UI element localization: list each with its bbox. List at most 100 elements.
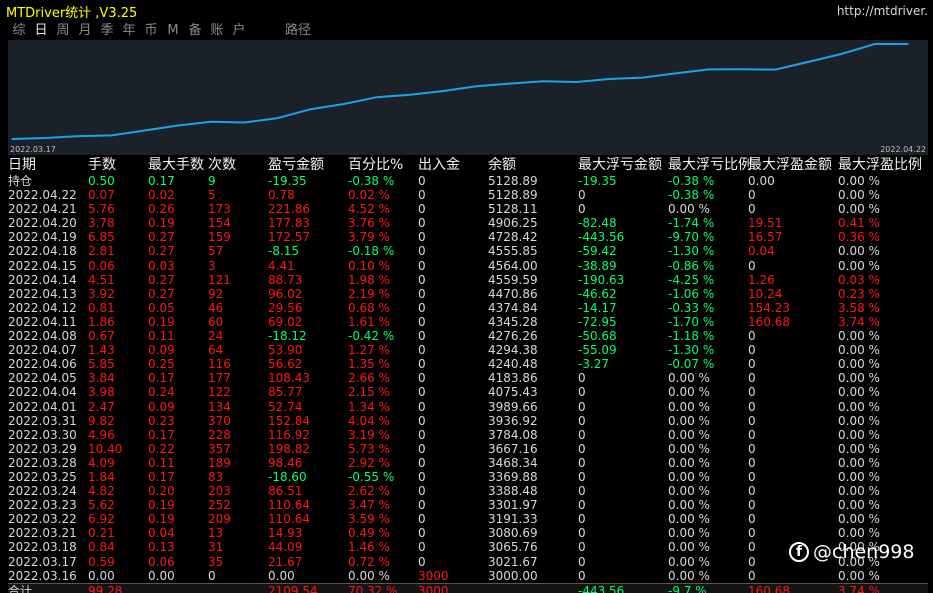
cell: 2022.03.24 [8, 484, 77, 499]
cell: 2022.04.15 [8, 258, 77, 273]
cell: 0.00 % [668, 484, 710, 499]
table-row: 2022.04.20 3.78 0.19 154 177.83 3.76 % 0 4906.2… [8, 216, 928, 230]
cell: 0 [418, 455, 426, 470]
cell: 108.43 [268, 371, 310, 386]
tab-4[interactable]: 季 [96, 22, 118, 40]
tab-6[interactable]: 币 [140, 22, 162, 40]
app-title: MTDriver统计 ,V3.25 [6, 6, 138, 21]
cell: 0.00 [268, 568, 295, 583]
cell: 370 [208, 413, 231, 428]
cell: 1.43 [88, 343, 115, 358]
tab-5[interactable]: 年 [118, 22, 140, 40]
cell: 44.09 [268, 540, 303, 555]
table-row: 2022.04.12 0.81 0.05 46 29.56 0.68 % 0 4374.84 -… [8, 301, 928, 315]
cell: 0.00 % [838, 568, 880, 583]
cell: 0.27 [148, 230, 175, 245]
cell: 0.00 % [838, 371, 880, 386]
cell: 0.00 % [838, 512, 880, 527]
cell: -18.60 [268, 469, 307, 484]
cell: 0 [748, 441, 756, 456]
cell: 64 [208, 343, 224, 358]
equity-point [708, 68, 710, 71]
cell: 0.00 % [668, 540, 710, 555]
cell: -8.15 [268, 244, 300, 259]
cell: -82.48 [578, 216, 617, 231]
tab-path[interactable]: 路径 [278, 22, 318, 40]
tab-3[interactable]: 月 [74, 22, 96, 40]
cell: 60 [208, 314, 224, 329]
site-url-link[interactable]: http://mtdriver. [837, 4, 928, 18]
tab-1[interactable]: 日 [30, 22, 52, 40]
cell: 0 [578, 568, 586, 583]
cell: 160.68 [748, 314, 790, 329]
cell: 134 [208, 399, 231, 414]
cell: 0.41 % [838, 216, 880, 231]
cell: 0 [418, 244, 426, 259]
cell: 3.78 [88, 216, 115, 231]
cell: 0 [418, 469, 426, 484]
cell: 0 [418, 314, 426, 329]
equity-point [343, 103, 345, 105]
cell: 0.02 [148, 188, 175, 203]
cell: -9.70 % [668, 230, 715, 245]
cell: 19.51 [748, 216, 783, 231]
cell: 21.67 [268, 554, 303, 569]
equity-point [376, 96, 378, 98]
cell: 121 [208, 272, 231, 287]
cell: 0.17 [148, 371, 175, 386]
tab-8[interactable]: 备 [184, 22, 206, 40]
tab-10[interactable]: 户 [228, 22, 250, 40]
cell: 0 [748, 554, 756, 569]
cell: 3.98 [88, 385, 115, 400]
cell: -0.38 % [668, 188, 715, 203]
table-row: 2022.03.25 1.84 0.17 83 -18.60 -0.55 % 0 3369.8… [8, 470, 928, 484]
equity-point [907, 43, 909, 45]
cell: -0.33 % [668, 300, 715, 315]
equity-point [840, 53, 843, 55]
cell: 0.00 % [668, 441, 710, 456]
tab-0[interactable]: 综 [8, 22, 30, 40]
tab-2[interactable]: 周 [52, 22, 74, 40]
table-row: 2022.04.22 0.07 0.02 5 0.78 0.02 % 0 5128.89 0 -0… [8, 188, 928, 202]
cell: 0 [578, 441, 586, 456]
cell: 4345.28 [488, 314, 538, 329]
cell: -19.35 [578, 174, 617, 188]
cell: 最大浮盈比例 [838, 157, 922, 173]
table-row: 2022.04.05 3.84 0.17 177 108.43 2.66 % 0 4183.8… [8, 371, 928, 385]
cell: 3191.33 [488, 512, 538, 527]
tab-9[interactable]: 账 [206, 22, 228, 40]
cell: 0 [418, 399, 426, 414]
cell: 0.00 % [838, 399, 880, 414]
cell: 2022.04.18 [8, 244, 77, 259]
cell: 4728.42 [488, 230, 538, 245]
cell: 0.19 [148, 216, 175, 231]
cell: 31 [208, 540, 224, 555]
cell: 最大浮盈金额 [748, 157, 832, 173]
table-row: 2022.04.11 1.86 0.19 60 69.02 1.61 % 0 4345.28 -… [8, 315, 928, 329]
cell: 4.09 [88, 455, 115, 470]
cell: 2022.04.13 [8, 286, 77, 301]
equity-point [110, 134, 113, 137]
table-row: 2022.04.21 5.76 0.26 173 221.86 4.52 % 0 5128.1… [8, 202, 928, 216]
cell: 0 [748, 371, 756, 386]
cell: 0 [748, 329, 756, 344]
tab-7[interactable]: M [162, 22, 184, 40]
cell: 2022.03.23 [8, 498, 77, 513]
cell: 110.64 [268, 498, 310, 513]
cell: 2022.04.20 [8, 216, 77, 231]
cell: 0.00 % [838, 357, 880, 372]
cell: 0.00 % [838, 329, 880, 344]
cell: 4276.26 [488, 329, 538, 344]
equity-point [177, 124, 179, 127]
cell: 53.90 [268, 343, 303, 358]
cell: -18.12 [268, 329, 307, 344]
equity-point [874, 43, 876, 45]
cell: 1.34 % [348, 399, 390, 414]
cell: 0.09 [148, 343, 175, 358]
cell: 5128.89 [488, 174, 538, 188]
cell: 0.17 [148, 427, 175, 442]
cell: 0.06 [148, 554, 175, 569]
cell: 2022.03.16 [8, 568, 77, 583]
cell: 0 [578, 484, 586, 499]
cell: 2022.04.05 [8, 371, 77, 386]
